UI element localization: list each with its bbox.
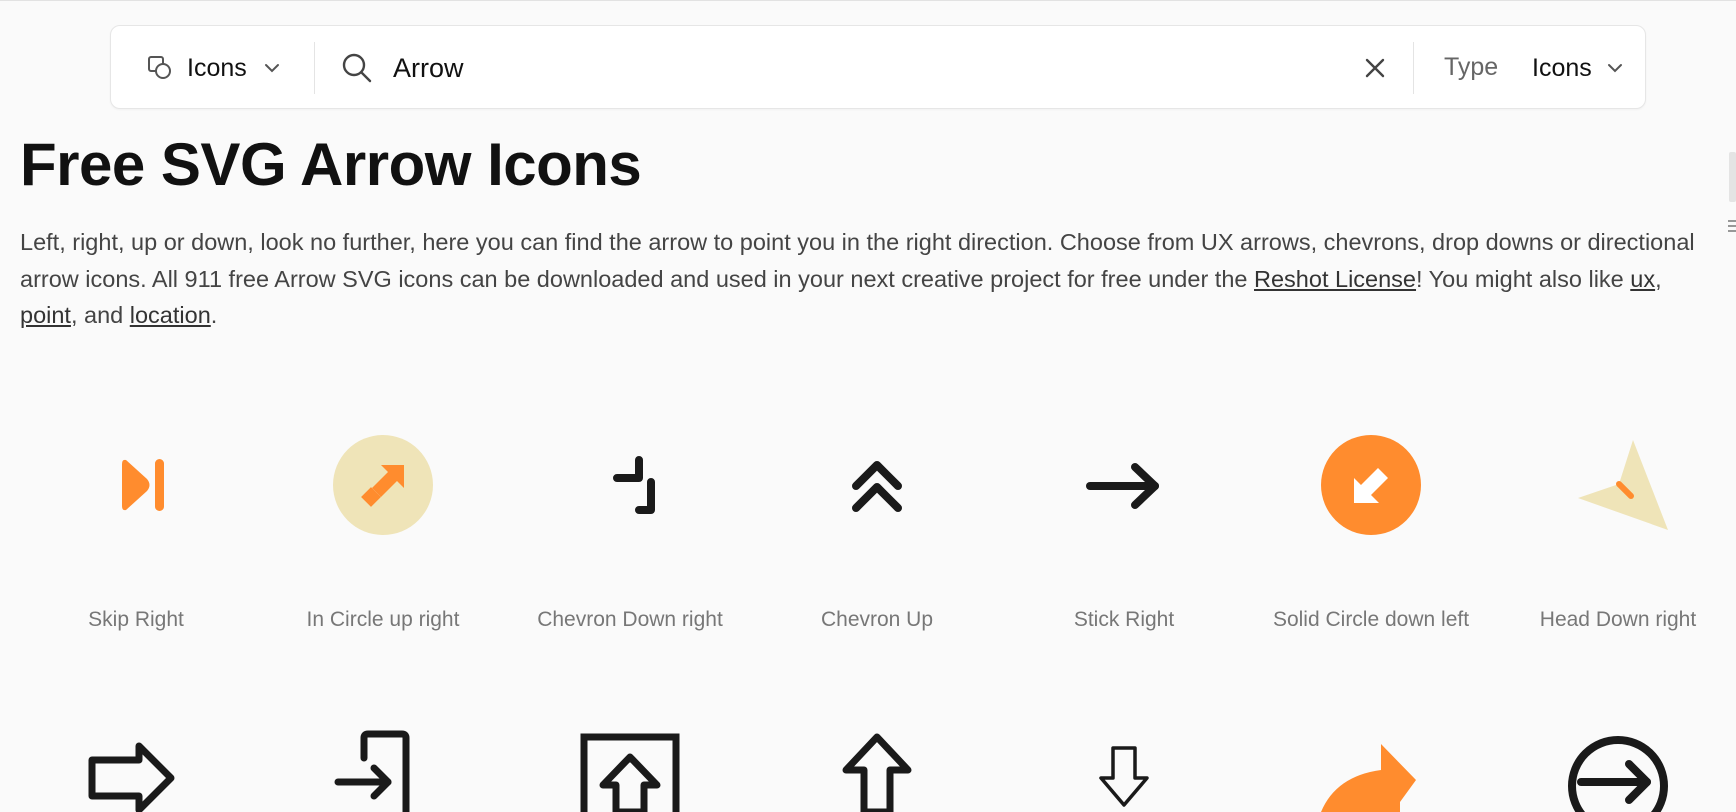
head-down-right-icon — [1578, 440, 1668, 530]
icon-card[interactable] — [753, 730, 1001, 812]
chevron-down-icon — [264, 64, 279, 73]
menu-icon[interactable] — [1728, 219, 1736, 233]
icon-name: Skip Right — [88, 608, 184, 631]
type-label: Type — [1444, 53, 1499, 81]
icon-card[interactable] — [1247, 730, 1495, 812]
circle-arrow-right-icon — [1568, 736, 1668, 812]
icon-card-chevron-up[interactable]: Chevron Up — [753, 430, 1001, 631]
separator-text: . — [210, 302, 218, 328]
chevron-down-icon — [1607, 64, 1622, 73]
type-dropdown[interactable]: Icons — [1532, 26, 1624, 110]
reshot-license-link[interactable]: Reshot License — [1254, 266, 1416, 292]
close-icon[interactable] — [1363, 56, 1387, 80]
scrollbar-thumb[interactable] — [1729, 152, 1736, 202]
icon-card[interactable] — [12, 730, 260, 812]
related-link-ux[interactable]: ux — [1630, 266, 1655, 292]
icon-card-in-circle-up-right[interactable]: In Circle up right — [259, 430, 507, 631]
icon-name: Head Down right — [1539, 608, 1697, 631]
description-text: ! You might also like — [1416, 265, 1631, 292]
icon-name: Chevron Up — [820, 608, 934, 631]
search-bar: Icons Type Icons — [110, 25, 1646, 109]
related-link-location[interactable]: location — [130, 302, 211, 328]
search-input[interactable] — [393, 46, 1293, 90]
chevron-up-icon — [852, 461, 902, 512]
icon-card-head-down-right[interactable]: Head Down right — [1494, 430, 1736, 631]
icon-card[interactable] — [1494, 730, 1736, 812]
related-link-point[interactable]: point — [20, 302, 71, 328]
divider — [314, 42, 315, 94]
page-title: Free SVG Arrow Icons — [20, 131, 642, 198]
icon-card[interactable] — [1000, 730, 1248, 812]
top-divider — [0, 0, 1736, 1]
icon-card-stick-right[interactable]: Stick Right — [1000, 430, 1248, 631]
divider — [1413, 42, 1414, 94]
category-dropdown[interactable]: Icons — [147, 26, 281, 110]
icon-card-chevron-down-right[interactable]: Chevron Down right — [506, 430, 754, 631]
upload-box-icon — [580, 733, 680, 812]
stick-right-icon — [1086, 463, 1159, 509]
share-curve-icon — [1321, 744, 1416, 812]
category-label: Icons — [187, 53, 247, 82]
login-icon — [334, 730, 410, 812]
shapes-icon — [148, 56, 171, 79]
icon-card[interactable] — [506, 730, 754, 812]
separator-text: , — [1655, 265, 1662, 292]
outline-arrow-up-icon — [842, 733, 912, 812]
icon-name: Chevron Down right — [537, 608, 723, 631]
page-description: Left, right, up or down, look no further… — [20, 224, 1720, 334]
outline-arrow-down-icon — [1099, 746, 1149, 807]
type-value: Icons — [1532, 53, 1592, 82]
icon-name: Stick Right — [1073, 608, 1175, 631]
icon-card[interactable] — [259, 730, 507, 812]
chevron-down-right-icon — [613, 456, 655, 514]
icon-name: Solid Circle down left — [1272, 608, 1470, 631]
icon-name: In Circle up right — [306, 608, 460, 631]
in-circle-up-right-icon — [333, 435, 433, 535]
search-icon — [342, 53, 372, 83]
icon-card-skip-right[interactable]: Skip Right — [12, 430, 260, 631]
outline-arrow-right-icon — [88, 742, 175, 812]
separator-text: , and — [70, 302, 130, 328]
skip-right-icon — [122, 459, 164, 511]
solid-circle-down-left-icon — [1321, 435, 1421, 535]
icon-card-solid-circle-down-left[interactable]: Solid Circle down left — [1247, 430, 1495, 631]
